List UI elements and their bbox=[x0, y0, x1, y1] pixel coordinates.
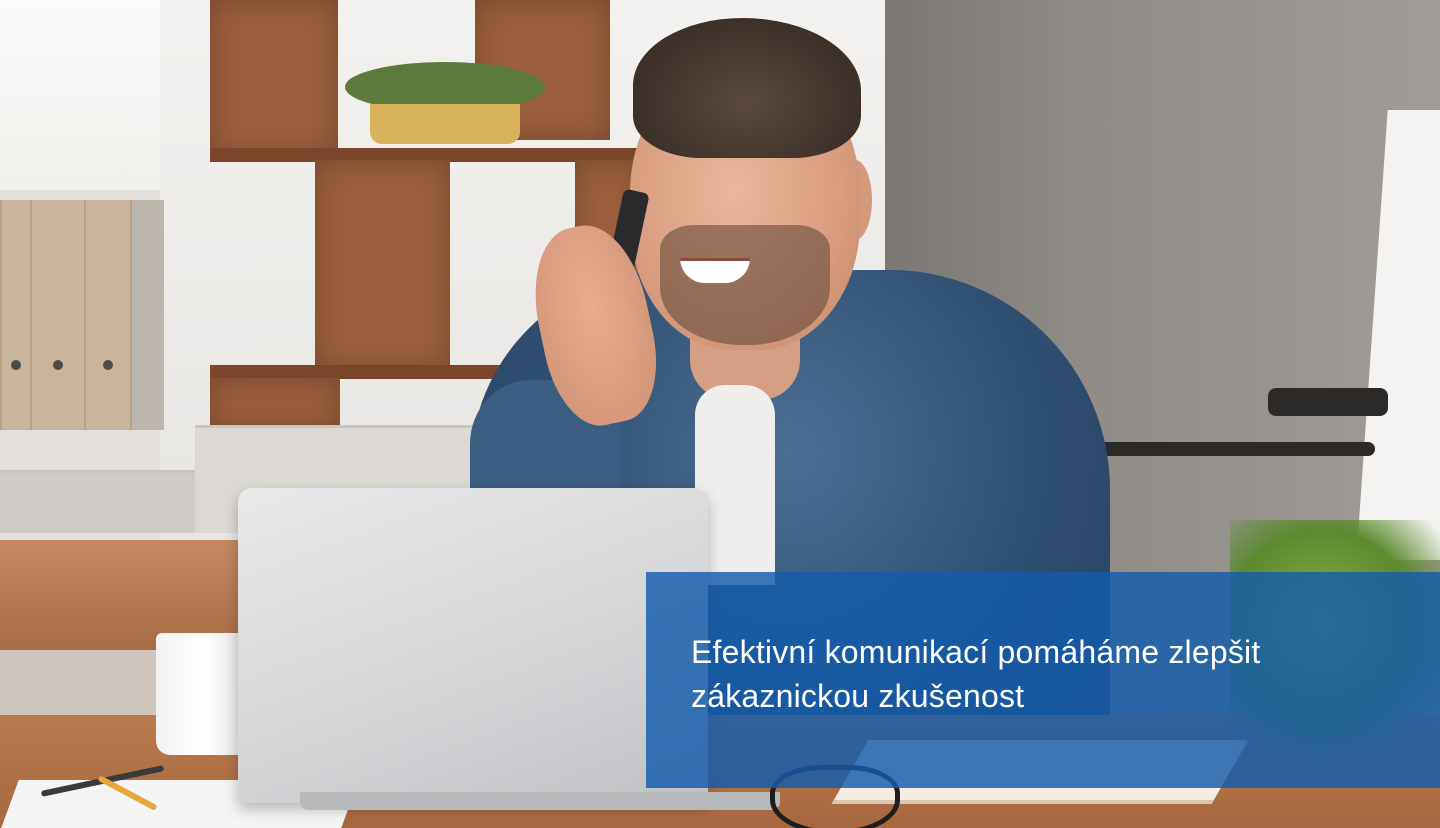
binder bbox=[0, 200, 30, 430]
bicycle bbox=[1268, 388, 1388, 416]
binder bbox=[84, 200, 130, 430]
laptop-base bbox=[300, 792, 780, 810]
man-beard bbox=[660, 225, 830, 345]
hero-banner: Efektivní komunikací pomáháme zlepšit zá… bbox=[0, 0, 1440, 828]
bicycle-frame bbox=[1075, 442, 1375, 456]
shelf-plant-pot bbox=[370, 104, 520, 144]
man-hair bbox=[633, 18, 861, 158]
laptop bbox=[238, 488, 708, 803]
binder bbox=[30, 200, 84, 430]
window-light bbox=[0, 0, 175, 200]
binder bbox=[130, 200, 164, 430]
hero-caption-box: Efektivní komunikací pomáháme zlepšit zá… bbox=[646, 572, 1440, 788]
paper-tray bbox=[0, 470, 195, 533]
hero-caption: Efektivní komunikací pomáháme zlepšit zá… bbox=[691, 634, 1261, 714]
